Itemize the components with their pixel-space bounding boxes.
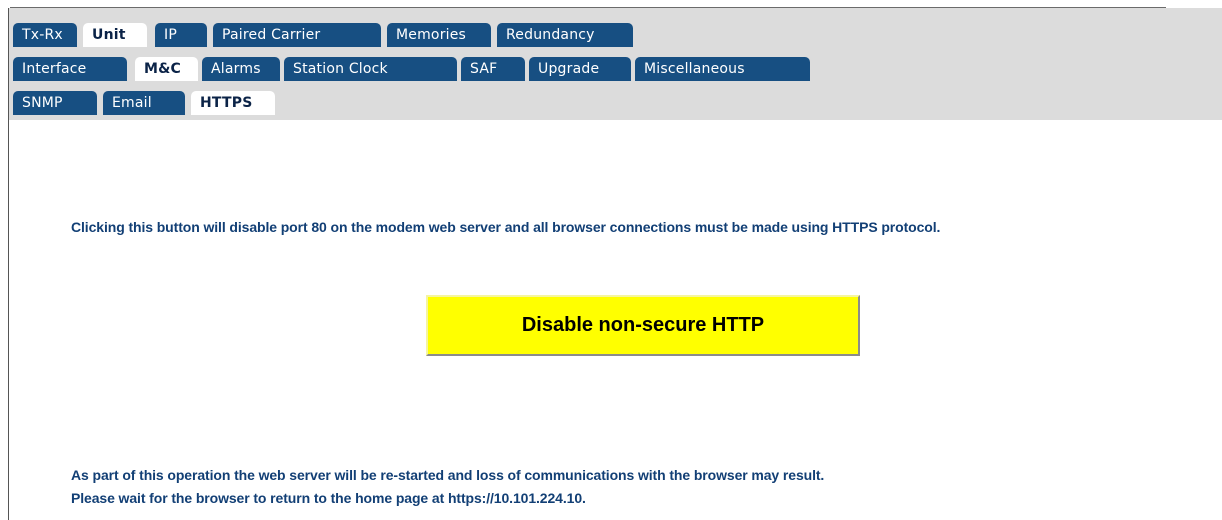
https-settings-panel: Clicking this button will disable port 8… bbox=[9, 120, 1222, 520]
tab-interface[interactable]: Interface bbox=[13, 57, 127, 81]
tab-saf[interactable]: SAF bbox=[461, 57, 525, 81]
https-home-note: Please wait for the browser to return to… bbox=[71, 490, 586, 506]
tab-miscellaneous[interactable]: Miscellaneous bbox=[635, 57, 810, 81]
disable-http-description: Clicking this button will disable port 8… bbox=[71, 219, 941, 235]
tab-m-c[interactable]: M&C bbox=[135, 57, 198, 81]
tab-email[interactable]: Email bbox=[103, 91, 185, 115]
tab-row-unit-sections: Interface M&C Alarms Station Clock SAF U… bbox=[13, 57, 814, 81]
tab-upgrade[interactable]: Upgrade bbox=[529, 57, 631, 81]
tab-paired-carrier[interactable]: Paired Carrier bbox=[213, 23, 381, 47]
tab-unit[interactable]: Unit bbox=[83, 23, 147, 47]
restart-warning: As part of this operation the web server… bbox=[71, 467, 825, 483]
tab-tx-rx[interactable]: Tx-Rx bbox=[13, 23, 77, 47]
tab-https[interactable]: HTTPS bbox=[191, 91, 275, 115]
tab-ip[interactable]: IP bbox=[155, 23, 207, 47]
tab-row-unit: Tx-Rx Unit IP Paired Carrier Memories Re… bbox=[13, 23, 637, 47]
tab-snmp[interactable]: SNMP bbox=[13, 91, 97, 115]
disable-non-secure-http-button[interactable]: Disable non-secure HTTP bbox=[426, 295, 860, 356]
tab-alarms[interactable]: Alarms bbox=[202, 57, 280, 81]
tab-station-clock[interactable]: Station Clock bbox=[284, 57, 457, 81]
tab-redundancy[interactable]: Redundancy bbox=[497, 23, 633, 47]
tab-memories[interactable]: Memories bbox=[387, 23, 491, 47]
tab-row-mc-sections: SNMP Email HTTPS bbox=[13, 91, 279, 115]
